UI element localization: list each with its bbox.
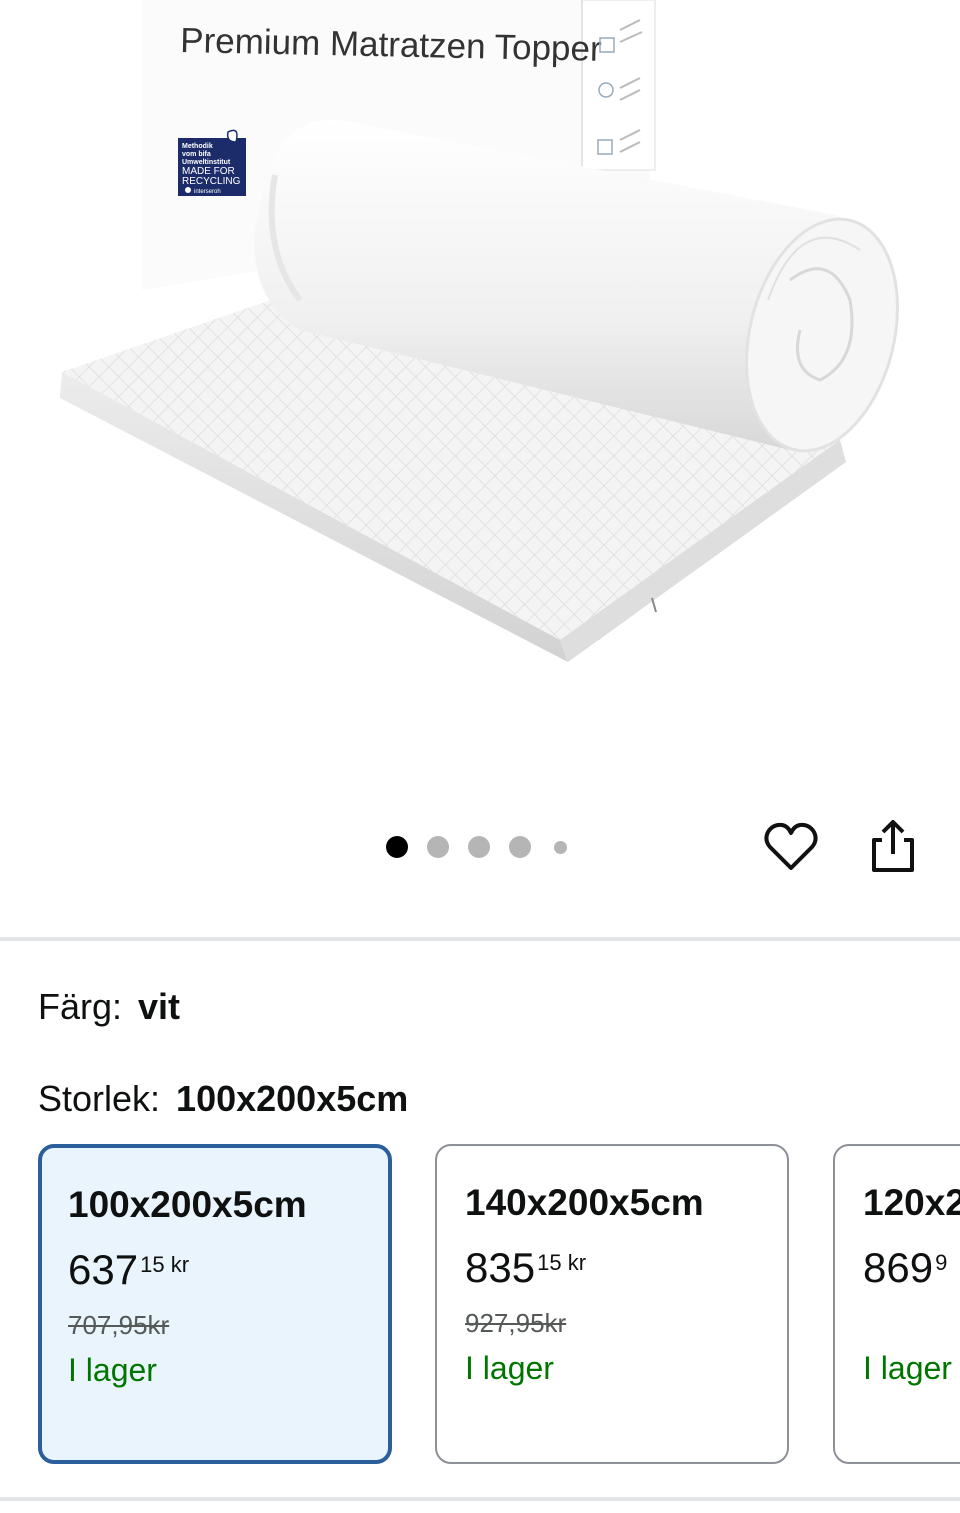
color-value: vit (138, 986, 181, 1027)
option-stock-status: I lager (465, 1350, 554, 1386)
option-price: 8699 (863, 1244, 948, 1291)
size-label: Storlek: (38, 1078, 161, 1119)
color-selection: Färg: vit (38, 986, 180, 1028)
size-option-card[interactable]: 100x200x5cm 63715 kr 707,95kr I lager (38, 1144, 392, 1464)
option-size: 120x200x5cm (863, 1182, 960, 1223)
favorite-button[interactable] (762, 818, 820, 876)
option-size: 100x200x5cm (68, 1184, 307, 1225)
badge-line-1: Methodik (182, 143, 213, 150)
share-button[interactable] (864, 814, 922, 878)
badge-line-3: Umweltinstitut (182, 159, 231, 166)
option-price: 63715 kr (68, 1246, 190, 1293)
pagination-dot[interactable] (468, 836, 490, 858)
badge-line-2: vom bifa (182, 151, 211, 158)
image-pagination[interactable] (386, 836, 586, 858)
pagination-dot[interactable] (554, 840, 567, 854)
option-size: 140x200x5cm (465, 1182, 704, 1223)
option-price: 83515 kr (465, 1244, 587, 1291)
section-divider (0, 1497, 960, 1501)
badge-line-5: RECYCLING (182, 176, 241, 187)
size-option-card[interactable]: 140x200x5cm 83515 kr 927,95kr I lager (435, 1144, 789, 1464)
color-label: Färg: (38, 986, 123, 1027)
share-icon (872, 820, 914, 872)
option-old-price: 927,95kr (465, 1308, 567, 1338)
size-option-card[interactable]: 120x200x5cm 8699 I lager (833, 1144, 960, 1464)
pagination-dot[interactable] (509, 836, 531, 858)
pagination-dot[interactable] (386, 836, 408, 858)
section-divider (0, 937, 960, 941)
size-options[interactable]: 100x200x5cm 63715 kr 707,95kr I lager 14… (0, 1144, 960, 1474)
product-image[interactable]: Premium Matratzen Topper Methodik vom bi… (0, 0, 960, 780)
product-image-gallery[interactable]: Premium Matratzen Topper Methodik vom bi… (0, 0, 960, 940)
option-old-price: 707,95kr (68, 1310, 170, 1340)
pagination-dot[interactable] (427, 836, 449, 858)
heart-icon (764, 822, 818, 870)
size-selection: Storlek: 100x200x5cm (38, 1078, 408, 1120)
recycling-badge: Methodik vom bifa Umweltinstitut MADE FO… (178, 129, 246, 196)
option-stock-status: I lager (68, 1352, 157, 1388)
option-stock-status: I lager (863, 1350, 952, 1386)
badge-line-6: interseroh (194, 189, 221, 195)
size-value: 100x200x5cm (176, 1078, 409, 1119)
